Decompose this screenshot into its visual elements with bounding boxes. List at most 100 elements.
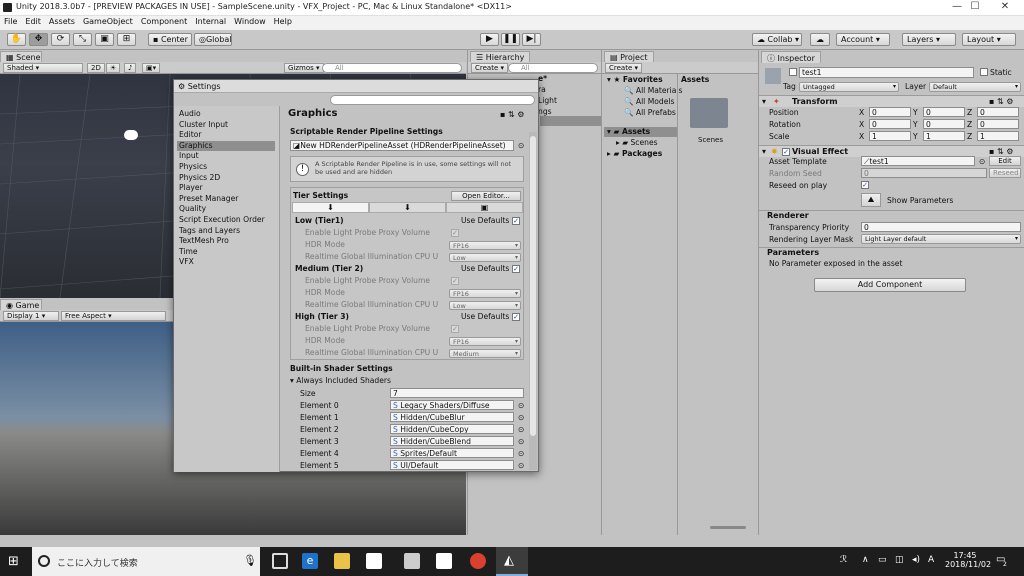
shader-element-field[interactable]: S Hidden/CubeBlur xyxy=(390,412,514,422)
object-picker-icon[interactable]: ⊙ xyxy=(518,425,524,434)
store-icon[interactable] xyxy=(366,553,382,569)
light-probe-checkbox[interactable]: ✓ xyxy=(451,325,459,333)
fav-all-models[interactable]: 🔍 All Models xyxy=(624,97,674,106)
transform-x-field[interactable]: 0 xyxy=(869,119,911,129)
add-component-button[interactable]: Add Component xyxy=(814,278,966,292)
rect-tool-icon[interactable]: ▣ xyxy=(95,33,114,46)
reseed-button[interactable]: Reseed xyxy=(989,168,1021,178)
close-button[interactable]: ✕ xyxy=(992,1,1018,15)
light-probe-checkbox[interactable]: ✓ xyxy=(451,277,459,285)
shader-element-field[interactable]: S Hidden/CubeBlend xyxy=(390,436,514,446)
favorites-header[interactable]: ▾ ★ Favorites xyxy=(607,75,663,84)
pivot-global-toggle[interactable]: ◎Global xyxy=(194,33,232,46)
size-field[interactable]: 7 xyxy=(390,388,524,398)
people-icon[interactable]: ℛ xyxy=(840,555,847,565)
settings-category-item[interactable]: Graphics xyxy=(177,140,275,152)
menu-file[interactable]: File xyxy=(0,16,21,26)
transform-z-field[interactable]: 1 xyxy=(977,131,1019,141)
random-seed-field[interactable]: 0 xyxy=(861,168,987,178)
hdr-mode-dropdown[interactable]: FP16 xyxy=(449,337,521,346)
mail-icon[interactable] xyxy=(436,553,452,569)
edit-shape-icon[interactable]: ⛰ xyxy=(861,193,881,207)
settings-category-item[interactable]: Editor xyxy=(179,130,277,141)
hierarchy-create-button[interactable]: Create ▾ xyxy=(471,63,508,73)
zoom-slider[interactable] xyxy=(710,526,746,529)
transform-z-field[interactable]: 0 xyxy=(977,107,1019,117)
menu-component[interactable]: Component xyxy=(137,16,191,26)
realtime-gi-dropdown[interactable]: Medium xyxy=(449,349,521,358)
menu-internal[interactable]: Internal xyxy=(191,16,230,26)
settings-titlebar[interactable]: ⚙ Settings xyxy=(174,80,538,93)
asset-template-field[interactable]: ⟋test1 xyxy=(861,156,975,166)
always-included-foldout[interactable]: ▾ Always Included Shaders xyxy=(290,376,391,385)
parameters-header[interactable]: Parameters xyxy=(759,247,1024,259)
shader-element-field[interactable]: S UI/Default xyxy=(390,460,514,470)
hierarchy-item-camera[interactable]: ra xyxy=(538,85,546,94)
settings-category-item[interactable]: Time xyxy=(179,247,277,258)
object-picker-icon[interactable]: ⊙ xyxy=(518,449,524,458)
volume-icon[interactable]: ◂) xyxy=(912,555,920,565)
object-picker-icon[interactable]: ⊙ xyxy=(518,437,524,446)
notification-icon[interactable]: ▭ 2 xyxy=(996,554,1007,568)
taskbar-search-box[interactable]: ここに入力して検索 🎙 xyxy=(32,547,260,576)
component-menu-icon[interactable]: ▪ ⇅ ⚙ xyxy=(989,97,1013,106)
scrollbar-thumb[interactable] xyxy=(530,136,536,436)
hierarchy-item-light[interactable]: Light xyxy=(538,96,557,105)
tab-inspector[interactable]: ⓘ Inspector xyxy=(761,51,821,63)
platform-tab-standalone[interactable]: ⬇ xyxy=(292,202,369,213)
effects-toggle-icon[interactable]: ▣▾ xyxy=(142,63,161,73)
open-editor-button[interactable]: Open Editor... xyxy=(451,191,521,201)
network-icon[interactable]: ◫ xyxy=(895,555,904,565)
cloud-icon[interactable]: ☁ xyxy=(810,33,830,46)
app-icon[interactable] xyxy=(404,553,420,569)
menu-assets[interactable]: Assets xyxy=(45,16,79,26)
windows-start-icon[interactable]: ⊞ xyxy=(8,555,22,569)
platform-tab-webgl[interactable]: ▣ xyxy=(446,202,523,213)
ime-indicator[interactable]: A xyxy=(928,555,934,565)
collab-button[interactable]: ☁ Collab ▾ xyxy=(752,33,802,46)
realtime-gi-dropdown[interactable]: Low xyxy=(449,301,521,310)
hdr-mode-dropdown[interactable]: FP16 xyxy=(449,241,521,250)
active-checkbox[interactable] xyxy=(789,68,797,76)
scene-search-input[interactable]: All xyxy=(322,63,462,73)
menu-window[interactable]: Window xyxy=(230,16,270,26)
transform-y-field[interactable]: 0 xyxy=(923,107,965,117)
tree-packages[interactable]: ▸ ▰ Packages xyxy=(607,149,662,158)
show-parameters-label[interactable]: Show Parameters xyxy=(887,196,953,205)
hierarchy-selected-row[interactable] xyxy=(540,116,601,126)
pivot-center-toggle[interactable]: ▪ Center xyxy=(148,33,192,46)
scale-tool-icon[interactable]: ⤡ xyxy=(73,33,92,46)
tree-assets[interactable]: ▾ ▰ Assets xyxy=(607,127,650,136)
layer-dropdown[interactable]: Default xyxy=(929,82,1021,92)
fav-all-materials[interactable]: 🔍 All Materials xyxy=(624,86,683,95)
menu-help[interactable]: Help xyxy=(270,16,296,26)
realtime-gi-dropdown[interactable]: Low xyxy=(449,253,521,262)
object-picker-icon[interactable]: ⊙ xyxy=(518,401,524,410)
pause-button[interactable]: ❚❚ xyxy=(501,33,520,46)
project-create-button[interactable]: Create ▾ xyxy=(605,63,642,73)
shader-element-field[interactable]: S Sprites/Default xyxy=(390,448,514,458)
settings-search-input[interactable] xyxy=(330,95,535,105)
display-dropdown[interactable]: Display 1 ▾ xyxy=(3,311,59,321)
menu-gameobject[interactable]: GameObject xyxy=(79,16,137,26)
object-picker-icon[interactable]: ⊙ xyxy=(518,413,524,422)
vfx-gizmo-icon[interactable] xyxy=(124,130,138,140)
platform-tab-download[interactable]: ⬇ xyxy=(369,202,446,213)
transform-header[interactable]: ▾ ✦ Transform ▪ ⇅ ⚙ xyxy=(759,95,1024,107)
transform-tool-icon[interactable]: ⊞ xyxy=(117,33,136,46)
tree-scenes[interactable]: ▸ ▰ Scenes xyxy=(616,138,658,147)
use-defaults-checkbox[interactable]: ✓ xyxy=(512,217,520,225)
settings-category-item[interactable]: Input xyxy=(179,151,277,162)
settings-category-item[interactable]: Physics 2D xyxy=(179,173,277,184)
use-defaults-checkbox[interactable]: ✓ xyxy=(512,313,520,321)
settings-category-item[interactable]: Player xyxy=(179,183,277,194)
hand-tool-icon[interactable]: ✋ xyxy=(7,33,26,46)
shader-element-field[interactable]: S Hidden/CubeCopy xyxy=(390,424,514,434)
clock[interactable]: 17:45 2018/11/02 xyxy=(945,551,991,569)
audio-toggle-icon[interactable]: ♪ xyxy=(124,63,137,73)
layers-dropdown[interactable]: Layers ▾ xyxy=(902,33,956,46)
folder-icon[interactable] xyxy=(690,98,728,128)
gizmos-dropdown[interactable]: Gizmos ▾ xyxy=(284,63,324,73)
move-tool-icon[interactable]: ✥ xyxy=(29,33,48,46)
settings-category-item[interactable]: Tags and Layers xyxy=(179,226,277,237)
